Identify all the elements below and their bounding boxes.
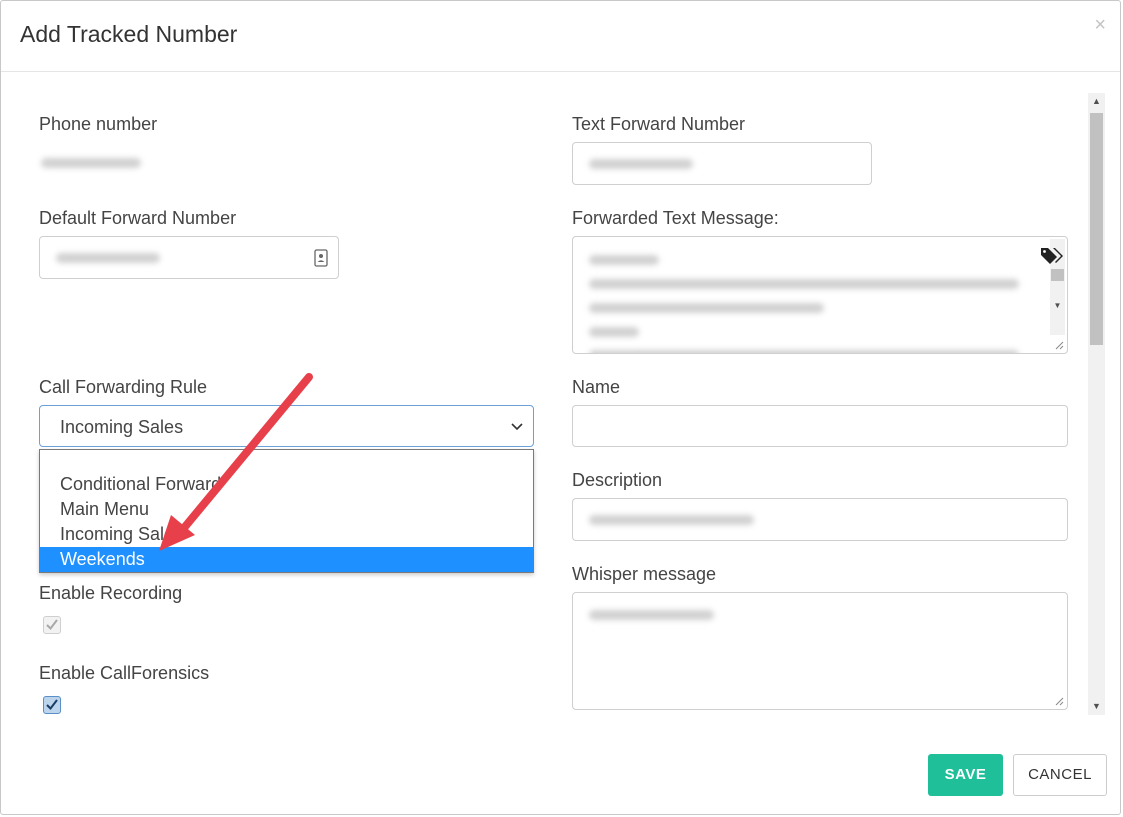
modal-header: Add Tracked Number × [1,1,1120,72]
blurred-message-line [589,279,1019,289]
text-forward-number-label: Text Forward Number [572,114,746,134]
phone-number-value [41,158,141,168]
option-conditional-forward[interactable]: Conditional Forward [40,472,533,497]
name-label: Name [572,377,621,397]
whisper-message-textarea[interactable] [572,592,1068,710]
description-label: Description [572,470,663,490]
blurred-message-line [589,350,1019,353]
resize-handle-icon[interactable] [1054,340,1064,350]
scroll-thumb[interactable] [1090,113,1103,345]
call-forwarding-rule-value: Incoming Sales [60,417,184,437]
enable-callforensics-checkbox[interactable] [43,696,61,714]
call-forwarding-rule-select[interactable]: Incoming Sales [39,405,534,447]
blurred-message-line [589,255,659,265]
description-input[interactable] [572,498,1068,541]
cancel-button[interactable]: CANCEL [1013,754,1107,796]
checkmark-icon [46,699,58,711]
whisper-message-label: Whisper message [572,564,717,584]
default-forward-number-value [56,253,160,263]
enable-recording-label: Enable Recording [39,583,183,603]
call-forwarding-rule-label: Call Forwarding Rule [39,377,208,397]
text-forward-number-input[interactable] [572,142,872,185]
textarea-scroll-down-arrow[interactable]: ▼ [1050,301,1065,310]
contact-book-icon[interactable] [314,249,328,267]
name-input[interactable] [572,405,1068,447]
forwarded-text-message-textarea[interactable]: ▼ [572,236,1068,354]
enable-recording-checkbox[interactable] [43,616,61,634]
tags-icon[interactable] [1040,246,1064,266]
checkmark-icon [46,619,58,631]
blurred-message-line [589,303,824,313]
option-weekends[interactable]: Weekends [40,547,533,572]
option-incoming-sales[interactable]: Incoming Sales [40,522,533,547]
close-icon[interactable]: × [1094,15,1106,35]
phone-number-label: Phone number [39,114,158,134]
text-forward-number-value [589,159,693,169]
scroll-down-arrow[interactable]: ▼ [1088,698,1105,715]
modal-body-scrollbar[interactable]: ▲ ▼ [1088,93,1105,715]
scroll-up-arrow[interactable]: ▲ [1088,93,1105,110]
modal-title: Add Tracked Number [20,21,238,47]
default-forward-number-input[interactable] [39,236,339,279]
enable-callforensics-label: Enable CallForensics [39,663,210,683]
blurred-message-line [589,327,639,337]
textarea-scroll-thumb[interactable] [1051,269,1064,281]
add-tracked-number-modal: Add Tracked Number × Phone number Text F… [0,0,1121,815]
option-main-menu[interactable]: Main Menu [40,497,533,522]
forwarded-text-message-label: Forwarded Text Message: [572,208,779,228]
whisper-message-value [589,610,714,620]
resize-handle-icon[interactable] [1054,696,1064,706]
default-forward-number-label: Default Forward Number [39,208,237,228]
chevron-down-icon [511,423,523,431]
save-button[interactable]: SAVE [928,754,1003,796]
description-value [589,515,754,525]
call-forwarding-rule-dropdown: Conditional Forward Main Menu Incoming S… [39,449,534,573]
